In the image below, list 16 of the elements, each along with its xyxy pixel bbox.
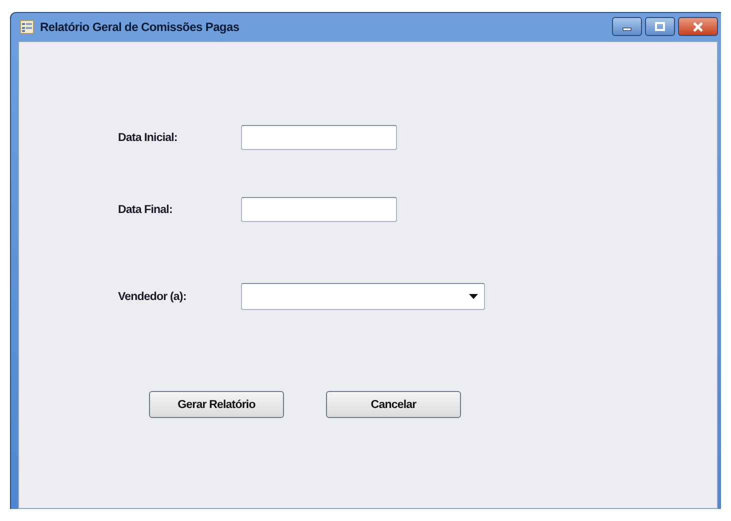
field-label: Data Inicial: [118,132,178,144]
field-label: Data Final: [118,204,174,216]
input-field[interactable] [241,197,397,222]
form-button[interactable]: Gerar Relatório [149,391,284,418]
close-icon [691,22,705,32]
form-icon [20,20,34,34]
input-field[interactable] [241,125,397,150]
maximize-icon [654,22,666,32]
form-button[interactable]: Cancelar [326,391,461,418]
caret-icon [469,294,478,299]
maximize-button[interactable] [645,17,675,36]
close-button[interactable] [678,17,718,36]
window-title: Relatório Geral de Comissões Pagas [40,20,240,34]
dropdown-field[interactable] [241,283,485,310]
minimize-button[interactable] [612,17,642,36]
field-label: Vendedor (a): [118,290,188,302]
